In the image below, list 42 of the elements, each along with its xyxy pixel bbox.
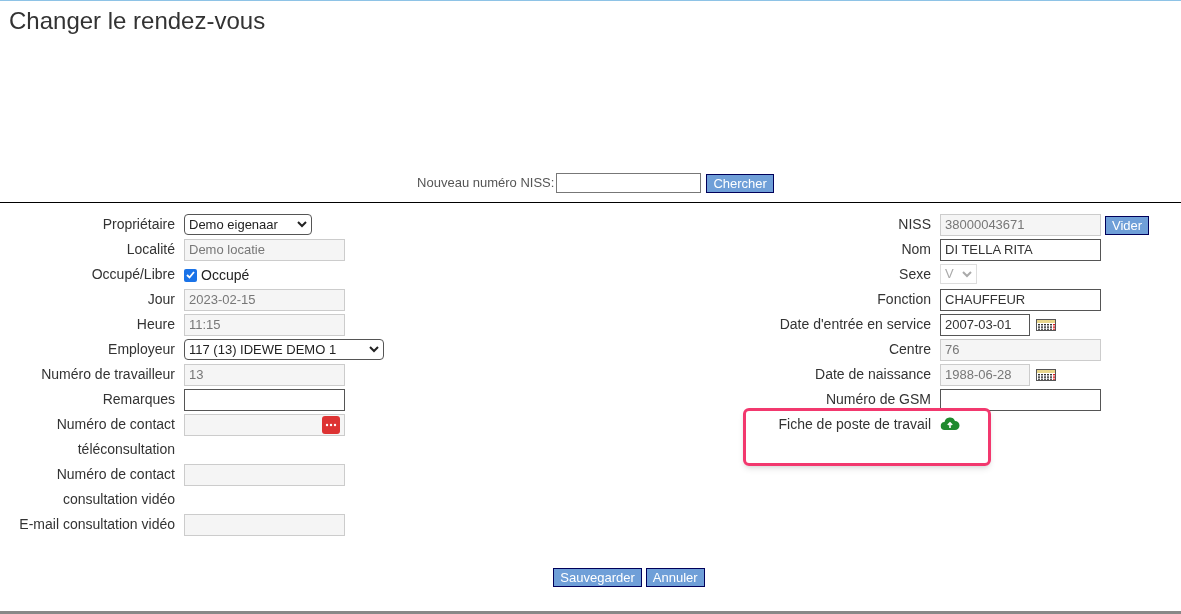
save-button[interactable]: Sauvegarder — [553, 568, 642, 587]
calendar-icon[interactable] — [1036, 319, 1056, 331]
page-title: Changer le rendez-vous — [8, 6, 267, 36]
field-label: Numéro de travailleur — [40, 365, 175, 384]
field-label: E-mail consultation vidéo — [18, 515, 175, 534]
field-label: Fonction — [876, 290, 931, 309]
chevron-icon — [297, 221, 307, 228]
field-label: Jour — [146, 290, 175, 309]
chevron-icon — [962, 270, 972, 278]
calendar-icon[interactable] — [1036, 369, 1056, 381]
checkbox[interactable] — [184, 268, 197, 282]
field-label: Numéro de contact téléconsultation — [55, 415, 175, 459]
check-icon — [186, 271, 195, 279]
occupied-checkbox[interactable]: Occupé — [184, 264, 250, 286]
search-button[interactable]: Chercher — [706, 173, 774, 193]
cancel-button[interactable]: Annuler — [645, 568, 705, 587]
field-label: Date d'entrée en service — [778, 315, 931, 334]
field-label: Localité — [125, 240, 175, 259]
input-field[interactable] — [184, 389, 345, 411]
field-label: Date de naissance — [814, 365, 931, 384]
field-label: Employeur — [107, 340, 175, 359]
input-field[interactable]: CHAUFFEUR — [940, 289, 1101, 311]
field-label: Remarques — [101, 390, 175, 409]
niss-search-field[interactable] — [556, 173, 702, 193]
chevron-icon — [369, 346, 379, 353]
search-label: Nouveau numéro NISS: — [417, 174, 555, 193]
field-label: Propriétaire — [101, 215, 175, 234]
date-field[interactable]: 2007-03-01 — [940, 314, 1030, 336]
field-label: Occupé/Libre — [90, 265, 175, 284]
select-field[interactable]: Demo eigenaar — [184, 214, 312, 235]
input-field[interactable] — [940, 389, 1101, 411]
field-label: Fiche de poste de travail — [777, 415, 931, 434]
select-field[interactable]: 117 (13) IDEWE DEMO 1 — [184, 339, 384, 360]
field-label: Heure — [135, 315, 175, 334]
field-label: Nom — [900, 240, 931, 259]
field-label: Sexe — [898, 265, 931, 284]
field-label: Numéro de contact consultation vidéo — [55, 465, 175, 509]
field-label: NISS — [897, 215, 931, 234]
field-label: Centre — [887, 340, 931, 359]
field-label: Numéro de GSM — [824, 390, 931, 409]
cloud-upload-icon[interactable] — [940, 416, 960, 431]
input-field[interactable]: DI TELLA RITA — [940, 239, 1101, 261]
